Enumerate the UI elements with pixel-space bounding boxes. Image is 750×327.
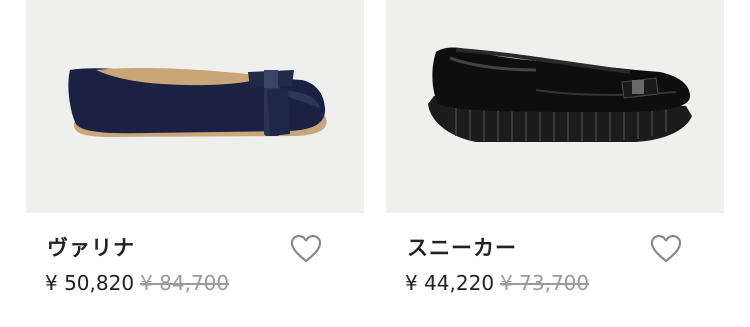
- product-card[interactable]: スニーカー ¥ 44,220 ¥ 73,700: [386, 0, 724, 327]
- sale-price: ¥ 50,820: [45, 271, 135, 295]
- heart-outline-icon[interactable]: [650, 234, 682, 264]
- product-price: ¥ 44,220 ¥ 73,700: [405, 271, 589, 295]
- product-price: ¥ 50,820 ¥ 84,700: [45, 271, 229, 295]
- product-image[interactable]: [386, 0, 724, 213]
- sale-price: ¥ 44,220: [405, 271, 495, 295]
- black-wedge-sneaker-image: [428, 47, 692, 142]
- original-price: ¥ 84,700: [140, 271, 230, 295]
- product-grid: ヴァリナ ¥ 50,820 ¥ 84,700 スニーカー ¥ 44,220 ¥ …: [0, 0, 750, 327]
- product-image[interactable]: [26, 0, 364, 213]
- heart-outline-icon[interactable]: [290, 234, 322, 264]
- product-card[interactable]: ヴァリナ ¥ 50,820 ¥ 84,700: [26, 0, 364, 327]
- original-price: ¥ 73,700: [500, 271, 590, 295]
- product-name[interactable]: スニーカー: [407, 232, 517, 262]
- product-name[interactable]: ヴァリナ: [47, 232, 135, 262]
- navy-ballet-flat-image: [68, 68, 327, 137]
